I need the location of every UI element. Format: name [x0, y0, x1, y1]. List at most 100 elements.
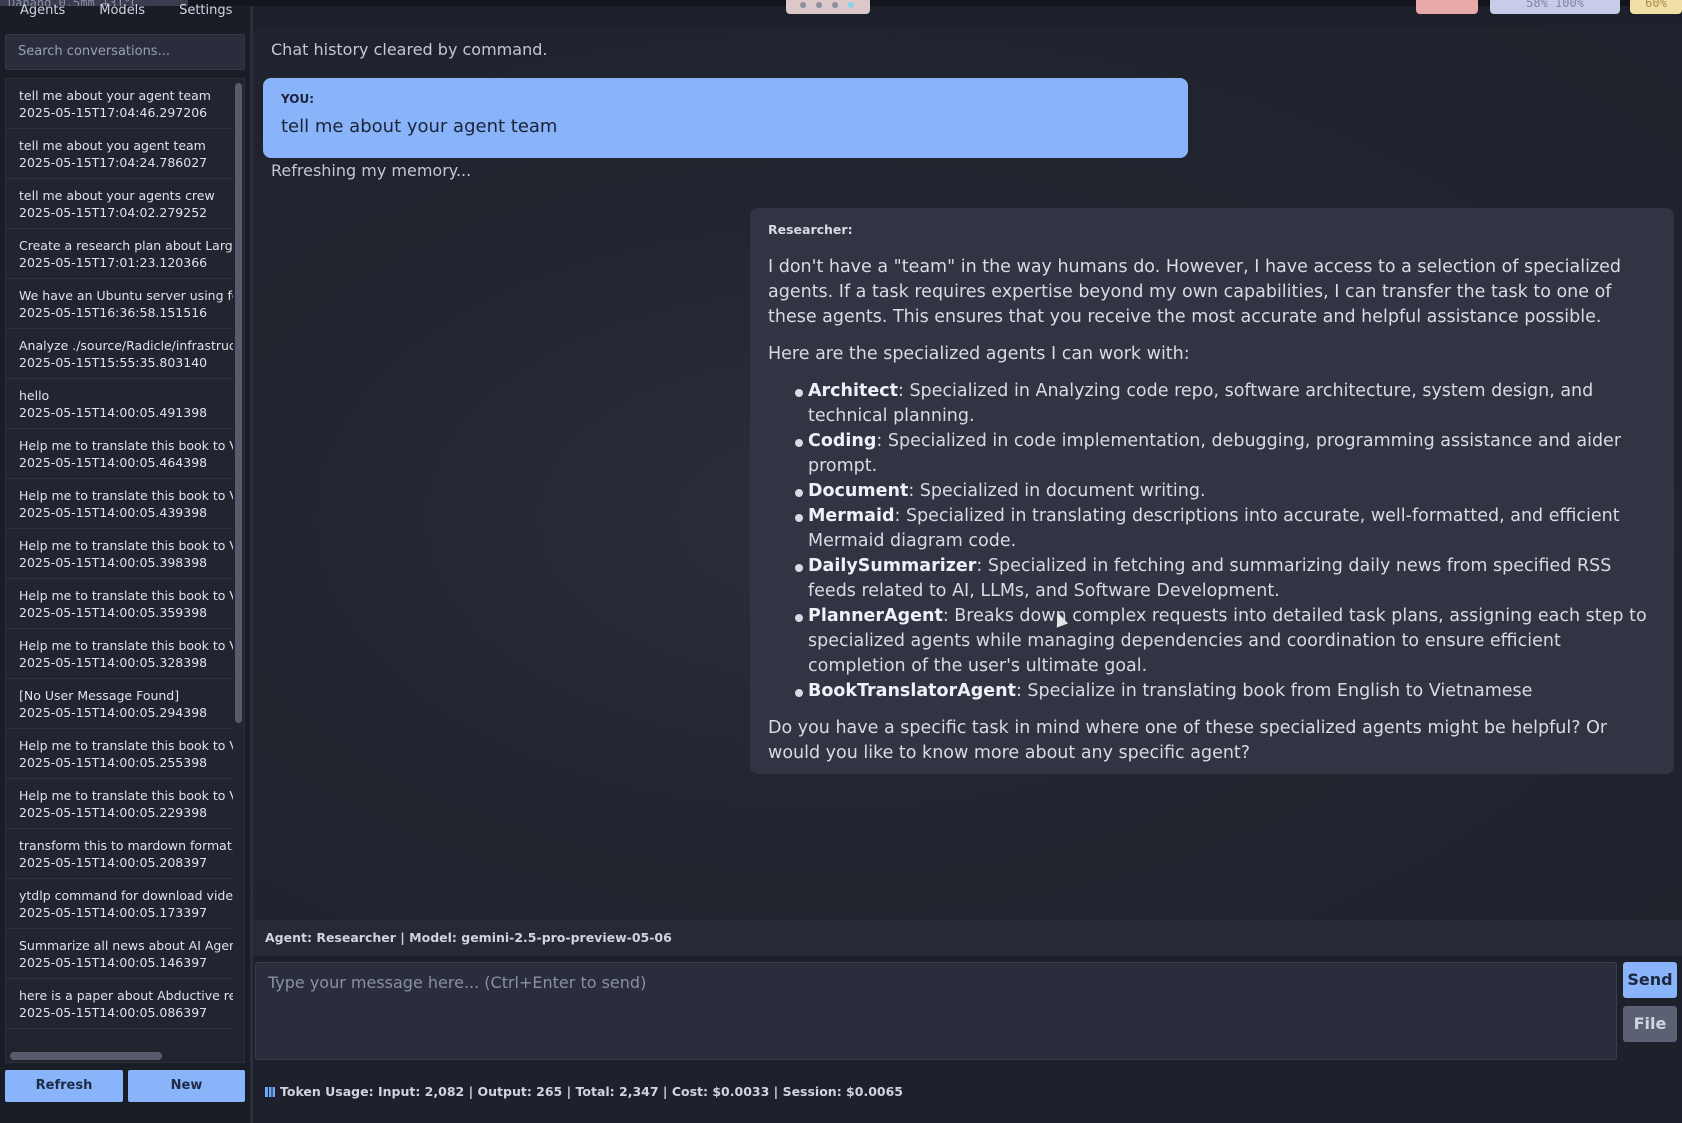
conversation-timestamp: 2025-05-15T14:00:05.439398: [19, 505, 208, 520]
input-row: Type your message here... (Ctrl+Enter to…: [253, 958, 1682, 1070]
refresh-button[interactable]: Refresh: [5, 1070, 123, 1102]
agent-name: Architect: [808, 381, 898, 401]
conversation-item[interactable]: hello 2025-05-15T14:00:05.491398: [6, 379, 233, 429]
conversation-timestamp: 2025-05-15T14:00:05.229398: [19, 805, 208, 820]
agent-name: BookTranslatorAgent: [808, 681, 1016, 701]
conversation-item[interactable]: tell me about you agent team 2025-05-15T1…: [6, 129, 233, 179]
horizontal-scrollbar[interactable]: [10, 1052, 162, 1060]
conversation-timestamp: 2025-05-15T17:04:46.297206: [19, 105, 208, 120]
conversation-title: transform this to mardown format, re: [19, 838, 233, 853]
tab-agents[interactable]: Agents: [20, 4, 65, 28]
conversation-timestamp: 2025-05-15T15:55:35.803140: [19, 355, 208, 370]
conversation-item[interactable]: Create a research plan about Large lar 20…: [6, 229, 233, 279]
conversation-title: Help me to translate this book to Vietr: [19, 438, 233, 453]
agent-list-item: DailySummarizer: Specialized in fetching…: [795, 554, 1658, 604]
search-input[interactable]: Search conversations...: [5, 34, 245, 70]
conversation-item[interactable]: Help me to translate this book to Vietr 2…: [6, 479, 233, 529]
conversation-timestamp: 2025-05-15T14:00:05.294398: [19, 705, 208, 720]
agent-list-item: Coding: Specialized in code implementati…: [795, 429, 1658, 479]
agent-list-item: BookTranslatorAgent: Specialize in trans…: [795, 679, 1658, 704]
conversation-item[interactable]: tell me about your agent team 2025-05-15T…: [6, 79, 233, 129]
system-message: Chat history cleared by command.: [271, 40, 548, 59]
conversation-title: Help me to translate this book to Vietr: [19, 538, 233, 553]
conversation-title: tell me about your agents crew: [19, 188, 215, 203]
user-label: YOU:: [281, 92, 315, 106]
agent-list-item: Document: Specialized in document writin…: [795, 479, 1658, 504]
conversation-item[interactable]: Analyze ./source/Radicle/infrastructure 2…: [6, 329, 233, 379]
conversation-timestamp: 2025-05-15T16:36:58.151516: [19, 305, 208, 320]
conversation-title: [No User Message Found]: [19, 688, 180, 703]
conversation-item[interactable]: We have an Ubuntu server using for A 2025…: [6, 279, 233, 329]
conversation-timestamp: 2025-05-15T14:00:05.173397: [19, 905, 208, 920]
agent-list-item: Architect: Specialized in Analyzing code…: [795, 379, 1658, 429]
conversation-title: tell me about your agent team: [19, 88, 211, 103]
conversation-item[interactable]: tell me about your agents crew 2025-05-15…: [6, 179, 233, 229]
agent-description: : Specialized in document writing.: [908, 481, 1206, 501]
conversation-timestamp: 2025-05-15T14:00:05.255398: [19, 755, 208, 770]
conversation-item[interactable]: Help me to translate this book to Vietr 2…: [6, 529, 233, 579]
tab-settings[interactable]: Settings: [179, 4, 232, 28]
conversation-item[interactable]: ytdlp command for download video ca 2025-…: [6, 879, 233, 929]
token-usage-bar: Token Usage: Input: 2,082 | Output: 265 …: [253, 1072, 1682, 1112]
agent-paragraph: I don't have a "team" in the way humans …: [768, 257, 1622, 327]
conversation-timestamp: 2025-05-15T17:04:02.279252: [19, 205, 208, 220]
conversation-timestamp: 2025-05-15T14:00:05.464398: [19, 455, 208, 470]
agent-list-item: PlannerAgent: Breaks down complex reques…: [795, 604, 1658, 679]
agent-paragraph: Here are the specialized agents I can wo…: [768, 344, 1190, 364]
conversation-item[interactable]: Help me to translate this book to Vietr 2…: [6, 729, 233, 779]
conversation-title: We have an Ubuntu server using for A: [19, 288, 233, 303]
user-message-bubble: YOU: tell me about your agent team: [263, 78, 1188, 158]
send-button[interactable]: Send: [1623, 962, 1677, 998]
agent-name: Coding: [808, 431, 877, 451]
conversation-title: Help me to translate this book to Vietr: [19, 638, 233, 653]
agent-message-bubble: Researcher: I don't have a "team" in the…: [750, 208, 1674, 774]
new-button[interactable]: New: [128, 1070, 245, 1102]
agent-list: Architect: Specialized in Analyzing code…: [768, 379, 1658, 704]
conversation-list[interactable]: tell me about your agent team 2025-05-15T…: [5, 78, 245, 1063]
conversation-item[interactable]: Help me to translate this book to Vietr 2…: [6, 579, 233, 629]
message-input[interactable]: Type your message here... (Ctrl+Enter to…: [255, 962, 1617, 1060]
conversation-item[interactable]: Help me to translate this book to Vietr 2…: [6, 429, 233, 479]
conversation-item[interactable]: Help me to translate this book to Vietr 2…: [6, 629, 233, 679]
agent-name: PlannerAgent: [808, 606, 943, 626]
conversation-timestamp: 2025-05-15T14:00:05.398398: [19, 555, 208, 570]
conversation-title: ytdlp command for download video ca: [19, 888, 233, 903]
conversation-title: Help me to translate this book to Vietr: [19, 488, 233, 503]
conversation-title: Analyze ./source/Radicle/infrastructure: [19, 338, 233, 353]
agent-description: : Specialized in Analyzing code repo, so…: [808, 381, 1594, 426]
agent-name: DailySummarizer: [808, 556, 977, 576]
agent-name: Document: [808, 481, 909, 501]
main-panel: Chat history cleared by command. YOU: te…: [253, 6, 1682, 1123]
user-message-text: tell me about your agent team: [281, 116, 558, 137]
conversation-timestamp: 2025-05-15T14:00:05.328398: [19, 655, 208, 670]
vertical-scrollbar[interactable]: [235, 83, 242, 723]
conversation-title: Summarize all news about AI Agents a: [19, 938, 233, 953]
agent-label: Researcher:: [768, 222, 853, 237]
agent-list-item: Mermaid: Specialized in translating desc…: [795, 504, 1658, 554]
conversation-item[interactable]: Help me to translate this book to Vietr 2…: [6, 779, 233, 829]
conversation-timestamp: 2025-05-15T14:00:05.491398: [19, 405, 208, 420]
sidebar-tabs: Agents Models Settings: [20, 4, 232, 28]
conversation-timestamp: 2025-05-15T14:00:05.146397: [19, 955, 208, 970]
conversation-title: tell me about you agent team: [19, 138, 206, 153]
conversation-title: Help me to translate this book to Vietr: [19, 588, 233, 603]
conversation-item[interactable]: here is a paper about Abductive reaso 202…: [6, 979, 233, 1029]
agent-description: : Specialized in translating description…: [808, 506, 1620, 551]
agent-model-status: Agent: Researcher | Model: gemini-2.5-pr…: [253, 920, 1682, 956]
conversation-item[interactable]: [No User Message Found] 2025-05-15T14:00:…: [6, 679, 233, 729]
conversation-timestamp: 2025-05-15T17:04:24.786027: [19, 155, 208, 170]
conversation-title: Help me to translate this book to Vietr: [19, 788, 233, 803]
conversation-title: here is a paper about Abductive reaso: [19, 988, 233, 1003]
bar-chart-icon: [265, 1087, 275, 1097]
token-usage-text: Token Usage: Input: 2,082 | Output: 265 …: [280, 1084, 903, 1099]
conversation-item[interactable]: Summarize all news about AI Agents a 2025…: [6, 929, 233, 979]
conversation-title: hello: [19, 388, 50, 403]
tab-models[interactable]: Models: [99, 4, 145, 28]
conversation-item[interactable]: transform this to mardown format, re 2025…: [6, 829, 233, 879]
agent-name: Mermaid: [808, 506, 895, 526]
agent-description: : Specialize in translating book from En…: [1015, 681, 1533, 701]
agent-description: : Specialized in code implementation, de…: [808, 431, 1622, 476]
file-button[interactable]: File: [1623, 1006, 1677, 1042]
conversation-title: Create a research plan about Large lar: [19, 238, 233, 253]
chat-area[interactable]: Chat history cleared by command. YOU: te…: [253, 28, 1682, 920]
